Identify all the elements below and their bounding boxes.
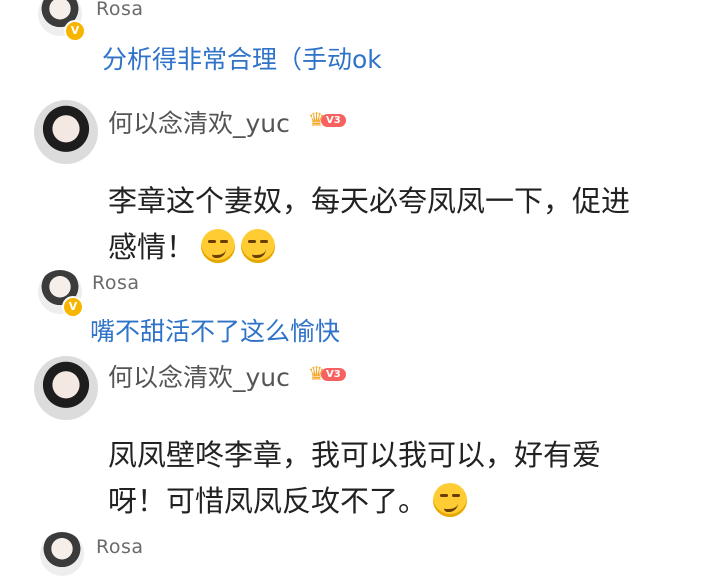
vip-level: V3 [321, 113, 346, 127]
vip-badge: ♛ V3 [308, 110, 346, 130]
comment-text: 凤凤壁咚李章，我可以我可以，好有爱 呀！可惜凤凤反攻不了。 [108, 432, 708, 524]
vip-badge: ♛ V3 [308, 364, 346, 384]
avatar[interactable] [34, 100, 98, 164]
avatar[interactable] [40, 532, 84, 576]
vip-level: V3 [321, 367, 346, 381]
verified-badge-icon: V [64, 20, 86, 42]
comment-text-line: 凤凤壁咚李章，我可以我可以，好有爱 [108, 438, 602, 472]
smirk-emoji-icon [241, 229, 276, 263]
comment-text: 分析得非常合理（手动ok [102, 45, 382, 74]
username[interactable]: 何以念清欢_yuc [108, 358, 290, 394]
verified-badge-icon: V [62, 296, 84, 318]
comment-text: 李章这个妻奴，每天必夸凤凤一下，促进 感情！ [108, 178, 708, 270]
avatar[interactable] [34, 356, 98, 420]
username[interactable]: 何以念清欢_yuc [108, 104, 290, 140]
comment-text: 嘴不甜活不了这么愉快 [90, 317, 341, 346]
comment-text-line: 李章这个妻奴，每天必夸凤凤一下，促进 [108, 184, 631, 218]
username[interactable]: Rosa [96, 0, 144, 20]
smirk-emoji-icon [201, 229, 236, 263]
comment-text-line-2: 感情！ [108, 224, 708, 270]
comment-text-line-2: 呀！可惜凤凤反攻不了。 [108, 478, 708, 524]
username[interactable]: Rosa [92, 272, 140, 294]
username[interactable]: Rosa [96, 536, 144, 558]
smirk-emoji-icon [433, 483, 468, 517]
